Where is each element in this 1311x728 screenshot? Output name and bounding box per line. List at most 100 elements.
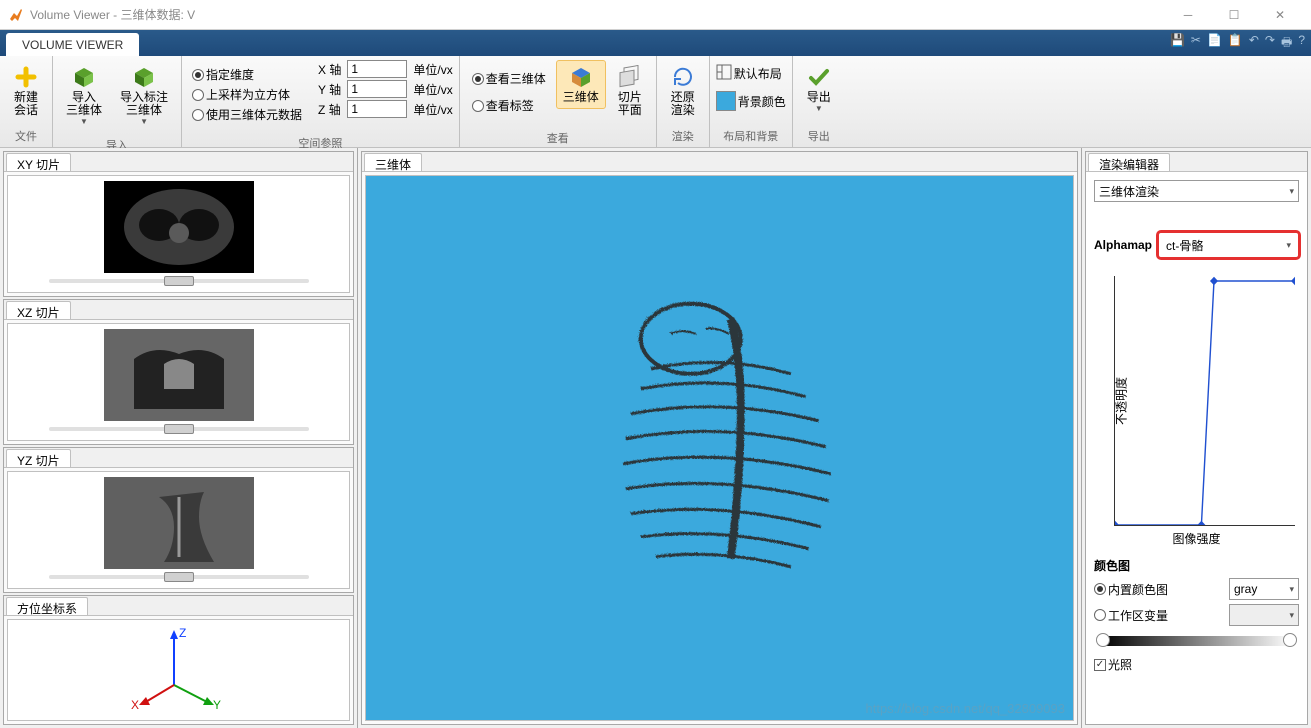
chevron-down-icon: ▾ [1289,584,1294,595]
ribbon-group-layout: 默认布局 背景颜色 布局和背景 [710,56,793,147]
ribbon-group-label: 导出 [793,126,845,147]
chevron-down-icon: ▾ [1289,610,1294,621]
radio-view-3d[interactable]: 查看三维体 [472,70,546,87]
z-axis-letter: Z [179,626,186,640]
paste-icon[interactable]: 📋 [1228,33,1243,54]
orientation-axes[interactable]: Z Y X [129,625,229,715]
colormap-range-slider[interactable] [1100,636,1293,646]
volume-button[interactable]: 三维体 [556,60,606,109]
alphamap-curve-chart[interactable]: 不透明度 [1114,276,1295,526]
ribbon: 新建 会话 文件 导入 三维体 ▼ 导入标注 三维体 ▼ 导入 指定维度 上采样… [0,56,1311,148]
ribbon-group-label: 布局和背景 [710,126,792,147]
radio-view-labels[interactable]: 查看标签 [472,97,546,114]
yz-slice-slider[interactable] [49,575,309,579]
ribbon-group-label: 渲染 [657,126,709,147]
redo-icon[interactable]: ↷ [1265,33,1275,54]
xy-slice-panel: XY 切片 [3,151,354,297]
yz-slice-panel: YZ 切片 [3,447,354,593]
cube-import-icon [72,65,96,89]
restore-render-button[interactable]: 还原 渲染 [663,60,703,122]
chart-x-label: 图像强度 [1094,530,1299,547]
xz-slice-tab[interactable]: XZ 切片 [6,301,71,319]
help-icon[interactable]: ? [1298,33,1305,54]
close-button[interactable]: ✕ [1257,0,1303,30]
x-axis-input[interactable] [347,60,407,78]
colormap-header: 颜色图 [1094,557,1299,574]
ribbon-group-label: 查看 [460,128,656,149]
new-session-button[interactable]: 新建 会话 [6,60,46,122]
xz-slice-panel: XZ 切片 [3,299,354,445]
radio-workspace-var[interactable]: 工作区变量 [1094,607,1223,624]
ribbon-tab-volume-viewer[interactable]: VOLUME VIEWER [6,33,139,56]
view3d-panel: 三维体 https://blog.csdn.net/qq_32809093 [361,151,1078,725]
workspace-var-dropdown[interactable]: ▾ [1229,604,1299,626]
range-knob-min[interactable] [1096,633,1110,647]
radio-specify-dims[interactable]: 指定维度 [192,66,302,83]
y-axis-label: Y 轴 [318,81,341,98]
view3d-tab[interactable]: 三维体 [364,153,422,171]
color-swatch-icon [716,91,736,111]
chevron-down-icon: ▾ [1289,186,1294,197]
slice-icon [618,65,642,89]
x-axis-letter: X [131,698,139,712]
xy-slice-tab[interactable]: XY 切片 [6,153,71,171]
y-axis-input[interactable] [347,80,407,98]
watermark-text: https://blog.csdn.net/qq_32809093 [866,701,1066,716]
xy-slice-image[interactable] [104,181,254,273]
unit-label: 单位/vx [413,61,452,78]
lighting-checkbox[interactable]: 光照 [1094,656,1299,673]
ribbon-tabstrip: VOLUME VIEWER 💾 ✂ 📄 📋 ↶ ↷ 🖶 ? [0,30,1311,56]
dropdown-arrow-icon: ▼ [80,117,88,126]
maximize-button[interactable]: ☐ [1211,0,1257,30]
bg-color-button[interactable]: 背景颜色 [716,91,786,111]
yz-slice-image[interactable] [104,477,254,569]
orientation-panel: 方位坐标系 Z Y X [3,595,354,725]
default-layout-checkbox[interactable]: 默认布局 [716,64,782,83]
range-knob-max[interactable] [1283,633,1297,647]
save-icon[interactable]: 💾 [1170,33,1185,54]
render-editor-panel: 渲染编辑器 三维体渲染 ▾ Alphamap ct-骨骼 ▾ [1085,151,1308,725]
unit-label: 单位/vx [413,81,452,98]
check-icon [807,65,831,89]
import-volume-button[interactable]: 导入 三维体 ▼ [59,60,109,131]
render-mode-dropdown[interactable]: 三维体渲染 ▾ [1094,180,1299,202]
orientation-tab[interactable]: 方位坐标系 [6,597,88,615]
radio-builtin-cmap[interactable]: 内置颜色图 [1094,581,1223,598]
colormap-dropdown[interactable]: gray▾ [1229,578,1299,600]
undo-icon[interactable]: ↶ [1249,33,1259,54]
alphamap-label: Alphamap [1094,238,1152,252]
cut-icon[interactable]: ✂ [1191,33,1201,54]
radio-use-metadata[interactable]: 使用三维体元数据 [192,106,302,123]
import-labeled-button[interactable]: 导入标注 三维体 ▼ [113,60,175,131]
ribbon-group-label: 文件 [0,126,52,147]
x-axis-label: X 轴 [318,61,341,78]
print-icon[interactable]: 🖶 [1281,33,1292,54]
xz-slice-image[interactable] [104,329,254,421]
radio-upsample-cube[interactable]: 上采样为立方体 [192,86,302,103]
minimize-button[interactable]: ─ [1165,0,1211,30]
matlab-logo-icon [8,7,24,23]
render-editor-tab[interactable]: 渲染编辑器 [1088,153,1170,171]
cube-color-icon [569,65,593,89]
xy-slice-slider[interactable] [49,279,309,283]
z-axis-label: Z 轴 [318,101,341,118]
plus-icon [14,65,38,89]
dropdown-arrow-icon: ▼ [815,104,823,113]
skeleton-render-icon [530,278,910,618]
y-axis-letter: Y [213,698,221,712]
xz-slice-slider[interactable] [49,427,309,431]
alphamap-dropdown[interactable]: ct-骨骼 ▾ [1160,234,1297,256]
right-panel: 渲染编辑器 三维体渲染 ▾ Alphamap ct-骨骼 ▾ [1081,148,1311,728]
copy-icon[interactable]: 📄 [1207,33,1222,54]
unit-label: 单位/vx [413,101,452,118]
z-axis-input[interactable] [347,100,407,118]
window-title: Volume Viewer - 三维体数据: V [30,6,1165,23]
left-panel: XY 切片 XZ 切片 YZ 切片 [0,148,358,728]
ribbon-group-view: 查看三维体 查看标签 三维体 切片 平面 查看 [460,56,657,147]
view3d-canvas[interactable]: https://blog.csdn.net/qq_32809093 [365,175,1074,721]
quick-access-toolbar: 💾 ✂ 📄 📋 ↶ ↷ 🖶 ? [1170,33,1305,54]
yz-slice-tab[interactable]: YZ 切片 [6,449,71,467]
slice-plane-button[interactable]: 切片 平面 [610,60,650,122]
export-button[interactable]: 导出 ▼ [799,60,839,118]
center-panel: 三维体 https://blog.csdn.net/qq_32809093 [358,148,1081,728]
